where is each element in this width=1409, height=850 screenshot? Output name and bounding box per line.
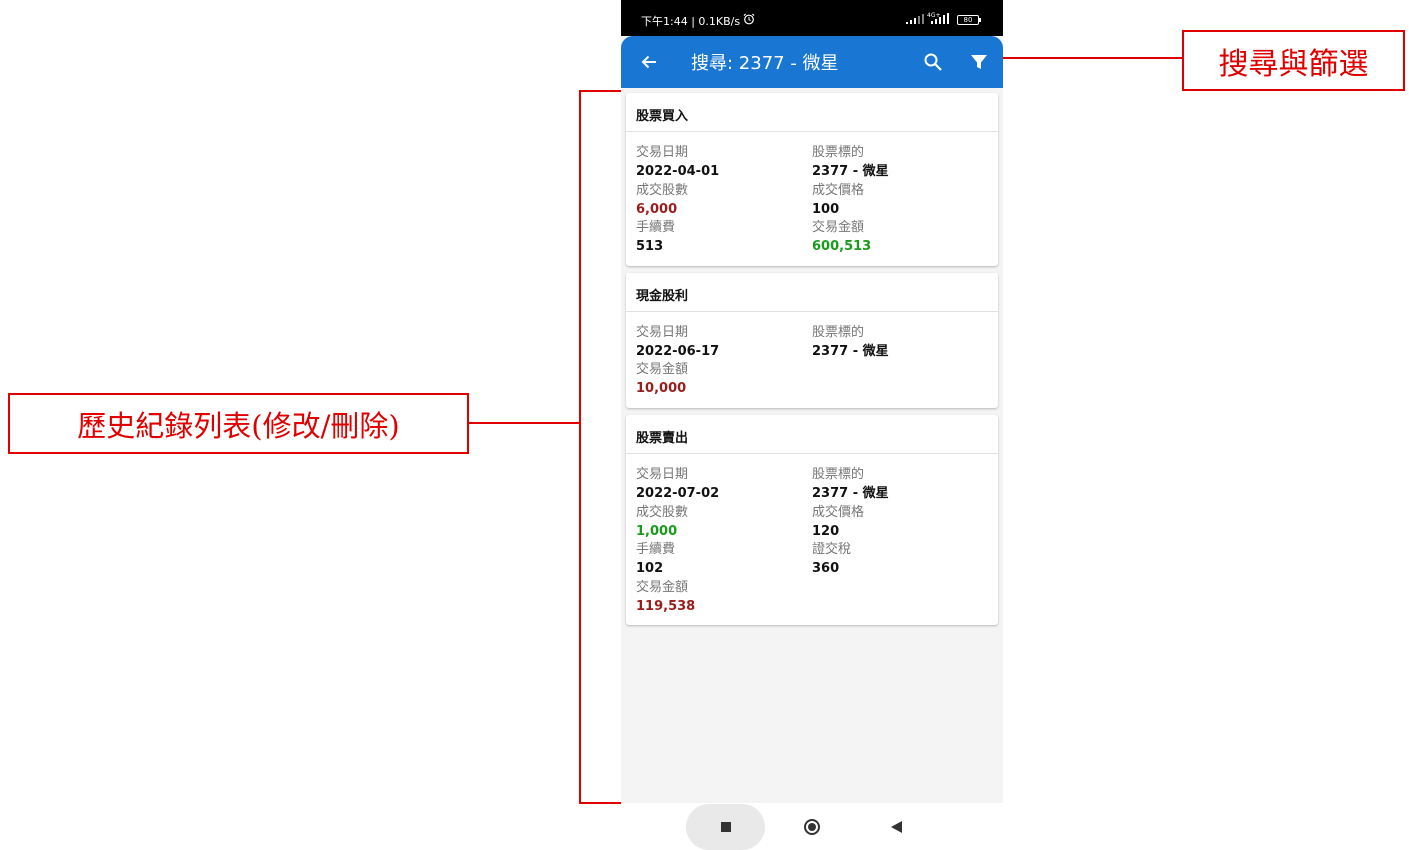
status-bar: 下午1:44 | 0.1KB/s 4G+ 80 — [621, 0, 1003, 36]
signal-icon-2 — [931, 13, 949, 24]
field-value: 2377 - 微星 — [812, 485, 889, 501]
card-field: 成交股數 6,000 — [636, 181, 812, 219]
back-button[interactable] — [635, 48, 663, 76]
card-field: 手續費 102 — [636, 540, 812, 578]
transaction-card[interactable]: 股票買入交易日期 2022-04-01 股票標的 2377 - 微星成交股數 6,000… — [626, 93, 998, 266]
search-button[interactable] — [919, 48, 947, 76]
field-label: 股票標的 — [812, 466, 865, 482]
recent-apps-button[interactable] — [721, 822, 731, 832]
annotation-bracket-top — [579, 90, 621, 92]
field-label: 成交價格 — [812, 504, 865, 520]
card-fields: 交易日期 2022-07-02 股票標的 2377 - 微星成交股數 1,000 成交價格… — [636, 465, 988, 615]
card-field: 交易金額 600,513 — [812, 218, 988, 256]
field-value: 120 — [812, 523, 840, 539]
card-field: 股票標的 2377 - 微星 — [812, 323, 988, 361]
field-label: 交易金額 — [636, 362, 689, 378]
battery-level: 80 — [963, 16, 973, 24]
card-fields: 交易日期 2022-06-17 股票標的 2377 - 微星交易金額 10,000 — [636, 323, 988, 398]
annotation-line-list — [469, 422, 580, 424]
field-value: 513 — [636, 239, 664, 255]
annotation-line-search — [1003, 57, 1183, 59]
annotation-bracket-vertical — [579, 90, 581, 804]
card-body: 交易日期 2022-07-02 股票標的 2377 - 微星成交股數 1,000 成交價格… — [626, 454, 998, 625]
field-value: 1,000 — [636, 523, 678, 539]
field-label: 成交股數 — [636, 182, 689, 198]
filter-icon — [971, 55, 987, 69]
field-value: 6,000 — [636, 201, 678, 217]
field-label: 成交價格 — [812, 182, 865, 198]
system-back-button[interactable] — [891, 821, 902, 833]
card-title: 現金股利 — [626, 273, 998, 312]
status-time: 下午1:44 | 0.1KB/s — [641, 15, 741, 28]
transaction-card[interactable]: 現金股利交易日期 2022-06-17 股票標的 2377 - 微星交易金額 10,00… — [626, 272, 998, 408]
field-value: 2377 - 微星 — [812, 343, 889, 359]
field-value: 100 — [812, 201, 840, 217]
page-title: 搜尋: 2377 - 微星 — [691, 53, 839, 74]
field-value: 10,000 — [636, 381, 687, 397]
card-field: 成交股數 1,000 — [636, 503, 812, 541]
phone-screen: 下午1:44 | 0.1KB/s 4G+ 80 搜尋: 2377 - 微星 股票… — [621, 0, 1003, 850]
field-label: 證交稅 — [812, 542, 852, 558]
card-title: 股票賣出 — [626, 415, 998, 454]
field-label: 交易日期 — [636, 324, 689, 340]
field-value: 2022-06-17 — [636, 343, 720, 359]
arrow-back-icon — [641, 55, 656, 69]
field-value: 102 — [636, 561, 664, 577]
field-label: 手續費 — [636, 542, 676, 558]
app-bar: 搜尋: 2377 - 微星 — [621, 36, 1003, 88]
card-body: 交易日期 2022-04-01 股票標的 2377 - 微星成交股數 6,000 成交價格… — [626, 132, 998, 266]
field-value: 2377 - 微星 — [812, 164, 889, 179]
field-label: 交易日期 — [636, 145, 689, 160]
card-field: 交易日期 2022-06-17 — [636, 323, 812, 361]
field-value: 360 — [812, 561, 840, 577]
field-value: 2022-04-01 — [636, 164, 720, 179]
system-navigation-bar — [621, 803, 1003, 850]
card-field: 交易金額 119,538 — [636, 578, 812, 616]
card-field: 交易日期 2022-04-01 — [636, 143, 812, 181]
annotation-history-list: 歷史紀錄列表(修改/刪除) — [8, 393, 469, 454]
annotation-search-filter: 搜尋與篩選 — [1182, 30, 1405, 91]
history-list: 股票買入 交易日期 2022-04-01 股票標的 2377 - 微星 成交股數 6,000… — [626, 93, 998, 632]
search-icon — [924, 53, 942, 71]
card-field: 交易金額 10,000 — [636, 360, 812, 398]
field-value: 119,538 — [636, 598, 696, 614]
transaction-card[interactable]: 股票賣出交易日期 2022-07-02 股票標的 2377 - 微星成交股數 1,000… — [626, 414, 998, 626]
home-button[interactable] — [804, 819, 820, 835]
card-field: 手續費 513 — [636, 218, 812, 256]
field-value: 2022-07-02 — [636, 485, 720, 501]
field-value: 600,513 — [812, 239, 872, 255]
alarm-icon — [743, 13, 755, 25]
card-field: 成交價格 100 — [812, 181, 988, 219]
annotation-bracket-bottom — [579, 802, 621, 804]
card-body: 交易日期 2022-06-17 股票標的 2377 - 微星交易金額 10,000 — [626, 312, 998, 408]
field-label: 股票標的 — [812, 324, 865, 340]
card-field: 交易日期 2022-07-02 — [636, 465, 812, 503]
card-title: 股票買入 — [626, 93, 998, 132]
filter-button[interactable] — [965, 48, 993, 76]
field-label: 成交股數 — [636, 504, 689, 520]
battery-icon: 80 — [957, 15, 981, 25]
field-label: 交易金額 — [636, 579, 689, 595]
field-label: 交易金額 — [812, 220, 865, 236]
card-fields: 交易日期 2022-04-01 股票標的 2377 - 微星成交股數 6,000 成交價格… — [636, 143, 988, 256]
card-field: 股票標的 2377 - 微星 — [812, 465, 988, 503]
card-field: 證交稅 360 — [812, 540, 988, 578]
field-label: 手續費 — [636, 220, 676, 236]
signal-icon — [906, 14, 924, 24]
card-field: 股票標的 2377 - 微星 — [812, 143, 988, 181]
field-label: 交易日期 — [636, 466, 689, 482]
card-field: 成交價格 120 — [812, 503, 988, 541]
field-label: 股票標的 — [812, 145, 865, 160]
